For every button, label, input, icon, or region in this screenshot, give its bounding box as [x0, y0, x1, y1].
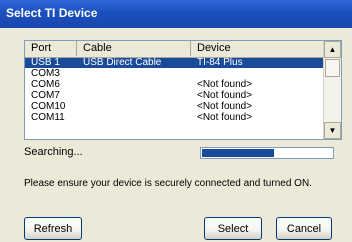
select-button[interactable]: Select	[204, 217, 262, 240]
column-header-device[interactable]: Device	[191, 41, 325, 56]
cancel-button[interactable]: Cancel	[276, 217, 332, 240]
table-row[interactable]: COM3	[25, 69, 325, 79]
column-header-cable[interactable]: Cable	[77, 41, 191, 56]
cell-device: <Not found>	[197, 112, 253, 123]
cell-cable: USB Direct Cable	[83, 57, 162, 68]
cell-port: USB 1	[31, 57, 60, 68]
cell-port: COM7	[31, 90, 60, 101]
cell-port: COM6	[31, 79, 60, 90]
list-header: Port Cable Device	[25, 41, 325, 58]
vertical-scrollbar[interactable]: ▲ ▼	[323, 41, 341, 139]
table-row[interactable]: COM6 <Not found>	[25, 80, 325, 90]
device-list[interactable]: Port Cable Device USB 1 USB Direct Cable T…	[24, 40, 342, 140]
scroll-up-icon[interactable]: ▲	[324, 41, 341, 58]
cell-port: COM3	[31, 68, 60, 79]
cell-device: <Not found>	[197, 90, 253, 101]
cell-device: <Not found>	[197, 79, 253, 90]
cell-device: TI-84 Plus	[197, 57, 243, 68]
select-device-dialog: Select TI Device Port Cable Device USB 1…	[0, 0, 352, 242]
scroll-thumb[interactable]	[325, 59, 340, 77]
scroll-down-icon[interactable]: ▼	[324, 122, 341, 139]
status-text: Searching...	[24, 146, 83, 158]
table-row[interactable]: COM7 <Not found>	[25, 91, 325, 101]
table-row[interactable]: COM11 <Not found>	[25, 113, 325, 123]
table-row[interactable]: COM10 <Not found>	[25, 102, 325, 112]
progress-fill	[202, 149, 274, 157]
cell-port: COM11	[31, 112, 65, 123]
cell-device: <Not found>	[197, 101, 253, 112]
window-title: Select TI Device	[6, 6, 98, 20]
refresh-button[interactable]: Refresh	[24, 217, 82, 240]
title-bar[interactable]: Select TI Device	[0, 0, 352, 28]
column-header-port[interactable]: Port	[25, 41, 77, 56]
instruction-message: Please ensure your device is securely co…	[24, 178, 312, 189]
search-progress-bar	[200, 147, 334, 159]
table-row[interactable]: USB 1 USB Direct Cable TI-84 Plus	[25, 58, 325, 68]
cell-port: COM10	[31, 101, 66, 112]
